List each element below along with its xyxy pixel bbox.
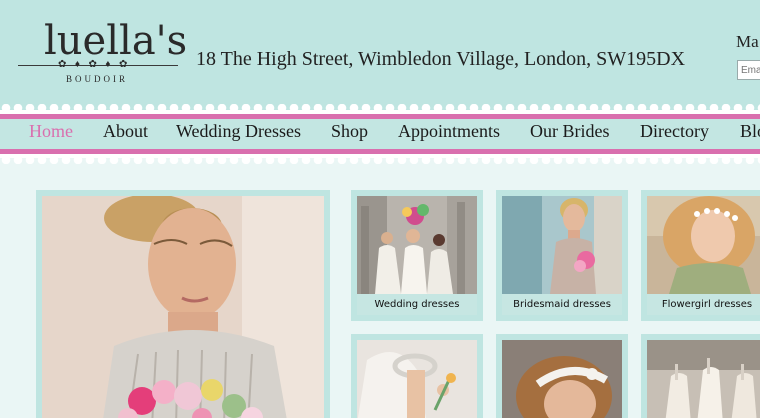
logo-subtitle: BOUDOIR [66,74,129,84]
headpieces-tile[interactable] [496,334,628,418]
scallop-edge-top [0,104,760,112]
nav-our-brides[interactable]: Our Brides [530,121,610,142]
flowergirl-dresses-caption: Flowergirl dresses [647,294,760,315]
bridesmaid-dresses-photo [502,196,622,294]
nav-appointments[interactable]: Appointments [398,121,500,142]
shoes-tile[interactable] [641,334,760,418]
headpiece-photo [502,340,622,418]
luellas-logo[interactable]: luella's ✿ ♦ ✿ ♦ ✿ BOUDOIR [18,18,187,84]
bracelet-photo [357,340,477,418]
scallop-edge-bottom [0,156,760,164]
flowergirl-dresses-tile[interactable]: Flowergirl dresses [641,190,760,321]
bridal-shoes-photo [647,340,760,418]
wedding-dresses-caption: Wedding dresses [357,294,477,315]
hero-bride-photo[interactable] [42,196,324,418]
site-header: luella's ✿ ♦ ✿ ♦ ✿ BOUDOIR 18 The High S… [0,0,760,112]
email-signup-input[interactable] [737,60,760,80]
bridesmaid-dresses-caption: Bridesmaid dresses [502,294,622,315]
flowergirl-dresses-photo [647,196,760,294]
bridesmaid-dresses-tile[interactable]: Bridesmaid dresses [496,190,628,321]
nav-shop[interactable]: Shop [331,121,368,142]
nav-about[interactable]: About [103,121,148,142]
mailing-list-label: Ma [736,32,759,51]
wedding-dresses-photo [357,196,477,294]
nav-blog[interactable]: Blo [740,121,760,142]
accessories-tile[interactable] [351,334,483,418]
nav-wedding-dresses[interactable]: Wedding Dresses [176,121,301,142]
shop-address: 18 The High Street, Wimbledon Village, L… [196,48,686,70]
nav-border-bottom [0,149,760,154]
nav-home[interactable]: Home [29,121,73,142]
nav-directory[interactable]: Directory [640,121,709,142]
wedding-dresses-tile[interactable]: Wedding dresses [351,190,483,321]
logo-ornament-icons: ✿ ♦ ✿ ♦ ✿ [58,59,131,70]
logo-wordmark: luella's [44,18,188,64]
